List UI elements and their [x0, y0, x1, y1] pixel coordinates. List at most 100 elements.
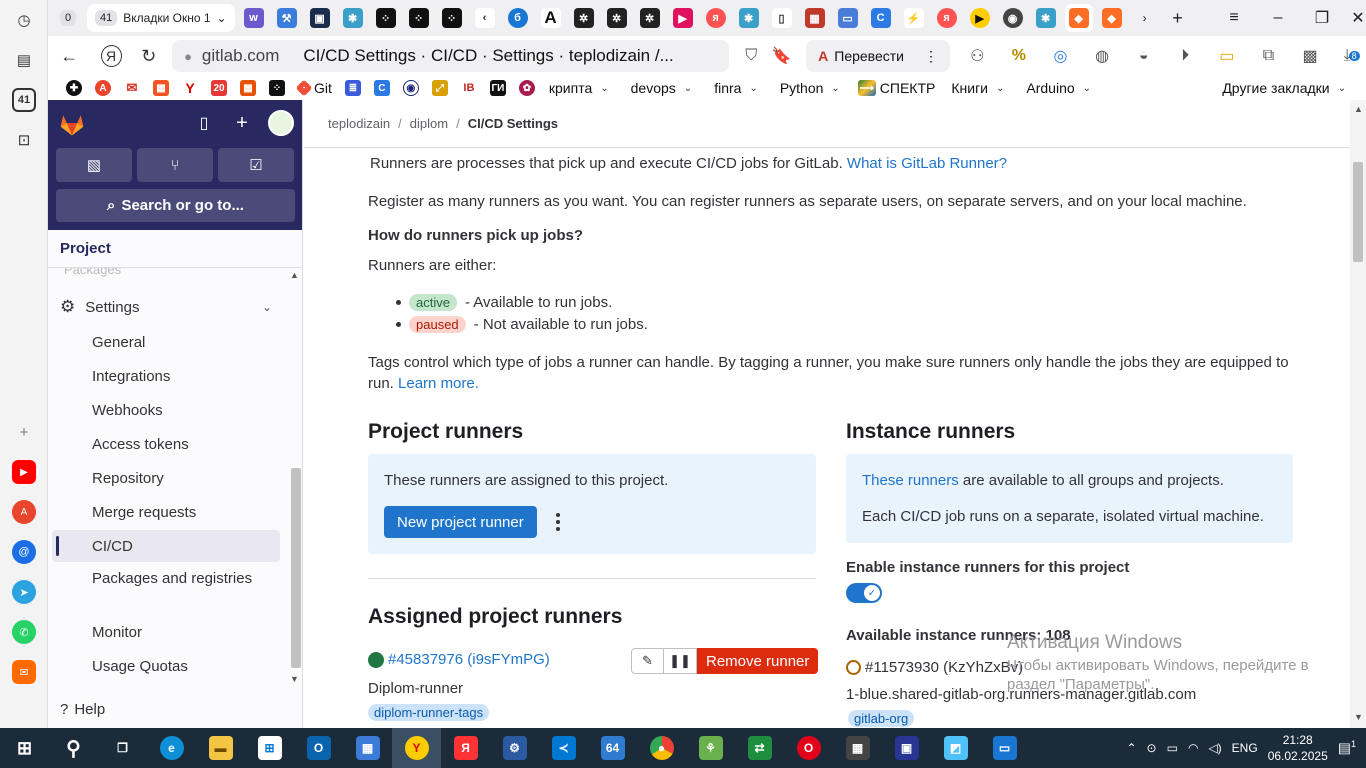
- back-icon[interactable]: ←: [54, 40, 85, 72]
- translate-button[interactable]: A Перевести ⋮: [806, 40, 950, 72]
- tab-favicon-gitlab[interactable]: ◆: [1064, 4, 1093, 32]
- tab-favicon[interactable]: C: [867, 4, 895, 32]
- extension-icon[interactable]: ◒: [1129, 41, 1158, 71]
- download-icon[interactable]: ⤓ 8: [1337, 41, 1366, 71]
- app-icon[interactable]: ▣: [882, 728, 931, 768]
- percent-icon[interactable]: %: [1005, 41, 1034, 71]
- bookmark-icon[interactable]: 🔖: [768, 41, 797, 71]
- page-scrollbar[interactable]: ▲ ▼: [1350, 100, 1366, 728]
- bookmark-item[interactable]: ⁘: [269, 80, 285, 96]
- new-project-runner-button[interactable]: New project runner: [384, 506, 537, 538]
- shield-icon[interactable]: ⛉: [737, 41, 766, 71]
- tab-count-inactive[interactable]: 0: [54, 4, 82, 32]
- new-tab-icon[interactable]: +: [1164, 4, 1192, 32]
- create-new-icon[interactable]: +: [230, 111, 254, 135]
- tab-favicon[interactable]: ✲: [636, 4, 664, 32]
- clock[interactable]: 21:28 06.02.2025: [1268, 732, 1328, 764]
- bookmark-item[interactable]: ✉: [124, 80, 140, 96]
- bookmark-item[interactable]: C: [373, 80, 390, 96]
- bookmark-item[interactable]: Y: [182, 80, 198, 96]
- tab-favicon[interactable]: ⚡: [900, 4, 928, 32]
- outlook-icon[interactable]: O: [294, 728, 343, 768]
- vscode-icon[interactable]: ≺: [539, 728, 588, 768]
- mail-at-icon[interactable]: @: [12, 540, 36, 564]
- bookmark-item[interactable]: ◉: [402, 80, 419, 96]
- bookmark-item[interactable]: ▦: [240, 80, 256, 96]
- bookmark-git[interactable]: · Git: [295, 79, 332, 97]
- chevron-right-icon[interactable]: ›: [1131, 4, 1159, 32]
- instance-runners-toggle[interactable]: ✓: [846, 583, 882, 603]
- battery-icon[interactable]: ▭: [1167, 741, 1178, 755]
- collections-icon[interactable]: ▤: [12, 48, 36, 72]
- scrollbar-thumb[interactable]: [291, 468, 301, 668]
- tab-favicon[interactable]: ◆: [1098, 4, 1126, 32]
- tab-favicon[interactable]: ✱: [1032, 4, 1060, 32]
- tab-favicon[interactable]: ⁘: [438, 4, 466, 32]
- opera-icon[interactable]: O: [784, 728, 833, 768]
- pause-icon[interactable]: ❚❚: [664, 648, 697, 674]
- remove-runner-button[interactable]: Remove runner: [697, 648, 819, 674]
- store-icon[interactable]: ⊞: [245, 728, 294, 768]
- explorer-icon[interactable]: ▬: [196, 728, 245, 768]
- scroll-down-icon[interactable]: ▼: [290, 674, 299, 684]
- youtube-icon[interactable]: ▶: [12, 460, 36, 484]
- bookmark-item[interactable]: ≣: [344, 80, 361, 96]
- tab-favicon[interactable]: ⚒: [273, 4, 301, 32]
- sidebar-scrollbar[interactable]: ▲ ▼: [288, 268, 301, 688]
- battery-icon[interactable]: ▭: [1213, 41, 1242, 71]
- extension-icon[interactable]: ◎: [1046, 41, 1075, 71]
- yandex-browser-icon[interactable]: Y: [392, 728, 441, 768]
- globe-icon[interactable]: ◍: [1088, 41, 1117, 71]
- yandex-icon[interactable]: Я: [441, 728, 490, 768]
- app-icon[interactable]: ⚘: [686, 728, 735, 768]
- notifications-icon[interactable]: ▤1: [1338, 739, 1356, 757]
- app-icon[interactable]: ▦: [343, 728, 392, 768]
- sidebar-item-usage-quotas[interactable]: Usage Quotas: [52, 656, 280, 677]
- edit-icon[interactable]: ✎: [631, 648, 664, 674]
- bookmark-arduino-folder[interactable]: Arduino ⌄: [1026, 80, 1091, 96]
- bookmark-books-folder[interactable]: Книги ⌄: [951, 80, 1004, 96]
- sidebar-item-webhooks[interactable]: Webhooks: [52, 400, 280, 421]
- add-icon[interactable]: +: [12, 420, 36, 444]
- tab-favicon[interactable]: ◉: [999, 4, 1027, 32]
- sidebar-item-monitor[interactable]: Monitor: [52, 622, 280, 643]
- tab-favicon[interactable]: ▶: [966, 4, 994, 32]
- url-field[interactable]: ● gitlab.com CI/CD Settings · CI/CD · Se…: [172, 40, 729, 72]
- scroll-up-icon[interactable]: ▲: [1354, 104, 1363, 114]
- tab-favicon[interactable]: ▭: [834, 4, 862, 32]
- bookmark-item[interactable]: 20: [211, 80, 227, 96]
- network-app-icon[interactable]: ⚙: [490, 728, 539, 768]
- sidebar-item-general[interactable]: General: [52, 332, 280, 353]
- app-icon[interactable]: ▭: [980, 728, 1029, 768]
- app-icon[interactable]: ⇄: [735, 728, 784, 768]
- sidebar-group-settings[interactable]: ⚙ Settings ⌄: [52, 293, 280, 321]
- breadcrumb-group[interactable]: teplodizain: [328, 116, 390, 131]
- search-icon[interactable]: ⚲: [49, 728, 98, 768]
- whatsapp-icon[interactable]: ✆: [12, 620, 36, 644]
- tab-favicon[interactable]: ▶: [669, 4, 697, 32]
- reload-icon[interactable]: ↻: [134, 40, 165, 72]
- bookmark-crypto-folder[interactable]: ✿ крипта ⌄: [518, 80, 609, 96]
- sidebar-item-cicd[interactable]: CI/CD: [52, 530, 280, 562]
- chrome-icon[interactable]: ●: [637, 728, 686, 768]
- tab-favicon[interactable]: ⁘: [405, 4, 433, 32]
- tab-favicon[interactable]: A: [537, 4, 565, 32]
- bookmark-item[interactable]: ▦: [153, 80, 169, 96]
- breadcrumb-project[interactable]: diplom: [410, 116, 448, 131]
- bookmark-item[interactable]: ГИ: [489, 80, 506, 96]
- more-actions-icon[interactable]: [553, 513, 563, 531]
- bookmark-item[interactable]: ✚: [66, 80, 82, 96]
- bookmark-python-folder[interactable]: Python ⌄: [780, 80, 840, 96]
- search-button[interactable]: ⌕ Search or go to...: [56, 189, 295, 222]
- extensions-icon[interactable]: ⧉: [1254, 41, 1283, 71]
- merge-requests-counter[interactable]: ⑂: [137, 148, 213, 182]
- bookmark-item[interactable]: A: [95, 80, 111, 96]
- tab-favicon[interactable]: ▣: [306, 4, 334, 32]
- language-indicator[interactable]: ENG: [1232, 741, 1258, 755]
- tab-favicon[interactable]: w: [240, 4, 268, 32]
- edge-icon[interactable]: e: [147, 728, 196, 768]
- mail-icon[interactable]: ✉: [12, 660, 36, 684]
- tab-favicon[interactable]: б: [504, 4, 532, 32]
- volume-icon[interactable]: ◁): [1208, 741, 1221, 755]
- calculator-icon[interactable]: ▦: [833, 728, 882, 768]
